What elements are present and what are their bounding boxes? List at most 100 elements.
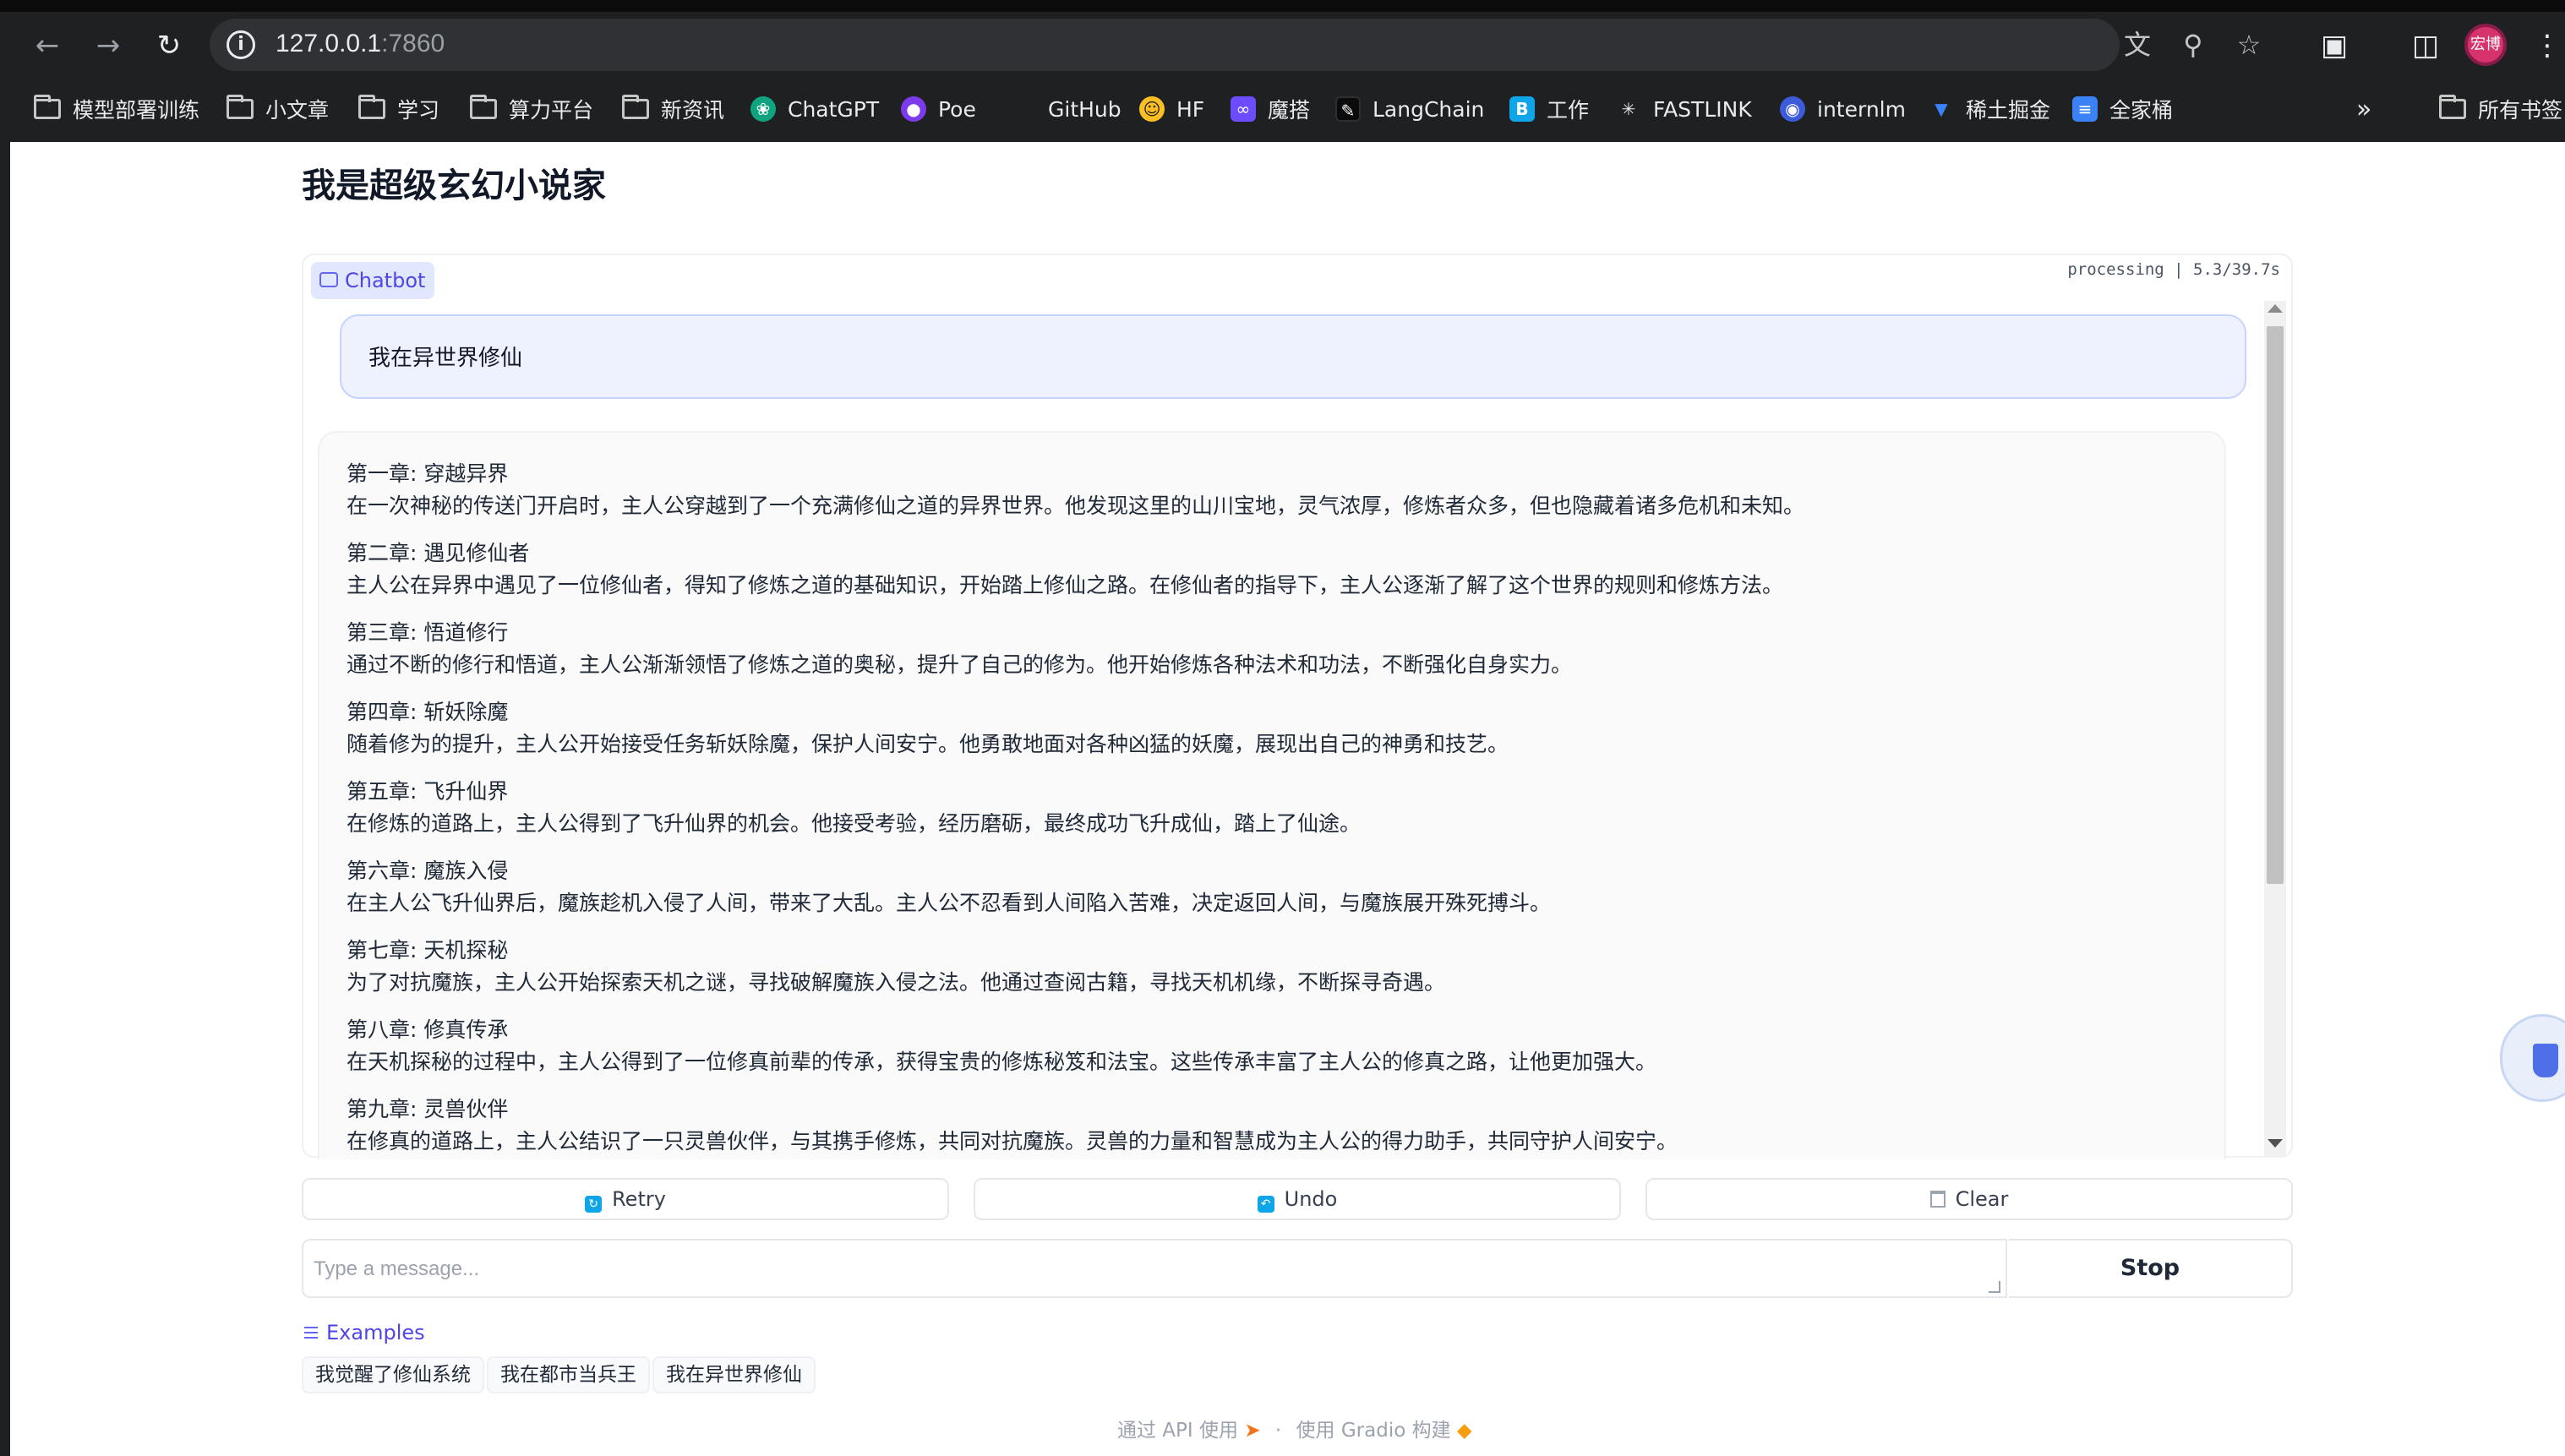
forward-button[interactable]: → [88,25,128,66]
chatgpt-icon: ❀ [750,96,776,122]
chapter-item: 第五章: 飞升仙界在修炼的道路上，主人公得到了飞升仙界的机会。他接受考验，经历磨… [347,776,2206,840]
bookmark-all-folders[interactable]: 所有书签 [2439,93,2562,125]
chapter-body: 为了对抗魔族，主人公开始探索天机之谜，寻找破解魔族入侵之法。他通过查阅古籍，寻找… [347,970,1446,995]
bot-message-content: 第一章: 穿越异界在一次神秘的传送门开启时，主人公穿越到了一个充满修仙之道的异界… [347,458,2206,1159]
bookmark-folder-news[interactable]: 新资讯 [622,93,724,125]
bookmarks-overflow-chevron-icon[interactable]: » [2356,93,2371,125]
window-edge [0,142,10,1456]
chapter-title: 第一章: 穿越异界 [347,461,509,486]
cup-icon [2533,1044,2558,1077]
zoom-icon[interactable]: ⚲ [2175,27,2211,63]
scrollbar-thumb[interactable] [2267,326,2284,884]
chapter-item: 第二章: 遇见修仙者 主人公在异界中遇见了一位修仙者，得知了修炼之道的基础知识，开… [347,537,2206,602]
bookmarks-bar: 模型部署训练 小文章 学习 算力平台 新资讯 ❀ ChatGPT ● Poe Git… [0,85,2565,134]
bookmark-folder-study[interactable]: 学习 [358,93,439,125]
folder-icon [358,95,385,119]
page-title: 我是超级玄幻小说家 [302,166,606,205]
folder-icon [226,95,254,119]
chapter-item: 第四章: 斩妖除魔随着修为的提升，主人公开始接受任务斩妖除魔，保护人间安宁。他勇… [347,696,2206,761]
bookmark-juejin[interactable]: ▼ 稀土掘金 [1929,93,2050,125]
browser-chrome: ← → ↻ i 127.0.0.1:7860 文 ⚲ ☆ ▣ ◫ 宏博 ⋮ 模型… [0,0,2565,142]
juejin-icon: ▼ [1935,99,1948,119]
floating-assistant-widget[interactable] [2500,1014,2565,1102]
bookmark-star-icon[interactable]: ☆ [2231,27,2267,63]
chapter-item: 第七章: 天机探秘为了对抗魔族，主人公开始探索天机之谜，寻找破解魔族入侵之法。他… [347,935,2206,999]
chapter-title: 第二章: 遇见修仙者 [347,541,530,565]
gradio-logo-icon: ◆ [1456,1420,1472,1442]
user-message-bubble: 我在异世界修仙 [340,314,2246,399]
bookmark-chatgpt[interactable]: ❀ ChatGPT [750,93,879,125]
chapter-title: 第六章: 魔族入侵 [347,859,509,883]
retry-icon: ↻ [585,1196,603,1213]
chapter-title: 第四章: 斩妖除魔 [347,700,509,724]
chatbot-label-badge: Chatbot [311,262,434,299]
bookmark-langchain[interactable]: ✎ LangChain [1335,93,1484,125]
bookmark-folder-compute[interactable]: 算力平台 [470,93,593,125]
chapter-title: 第九章: 灵兽伙伴 [347,1097,509,1121]
menu-kebab-icon[interactable]: ⋮ [2527,25,2565,66]
undo-icon: ↶ [1257,1196,1274,1213]
bookmark-all-in-one[interactable]: ≡ 全家桶 [2072,93,2173,125]
retry-button[interactable]: ↻ Retry [302,1178,949,1220]
bookmark-folder-articles[interactable]: 小文章 [226,93,329,125]
bookmark-folder-model-deploy[interactable]: 模型部署训练 [34,93,199,125]
b-icon: B [1509,96,1535,122]
chapter-title: 第五章: 飞升仙界 [347,779,509,804]
folder-icon [470,95,497,119]
extensions-icon[interactable]: ▣ [2314,25,2355,66]
chapter-body: 在一次神秘的传送门开启时，主人公穿越到了一个充满修仙之道的异界世界。他发现这里的… [347,494,1805,518]
modelscope-icon: ∞ [1231,96,1256,122]
huggingface-icon: ☺ [1139,96,1165,122]
bookmark-internlm[interactable]: ◉ internlm [1780,93,1906,125]
chapter-title: 第七章: 天机探秘 [347,938,509,962]
folder-icon [34,95,61,119]
bookmark-github[interactable]: GitHub [1011,93,1122,125]
chapter-body: 随着修为的提升，主人公开始接受任务斩妖除魔，保护人间安宁。他勇敢地面对各种凶猛的… [347,732,1509,756]
internlm-icon: ◉ [1780,96,1805,122]
trash-icon [1929,1191,1946,1208]
folder-icon [2439,95,2466,119]
tab-strip [0,0,2565,12]
side-panel-icon[interactable]: ◫ [2405,25,2446,66]
bookmark-poe[interactable]: ● Poe [901,93,976,125]
example-item[interactable]: 我在异世界修仙 [652,1356,816,1393]
folder-icon [622,95,649,119]
message-input-container [302,1239,2007,1298]
chapter-body: 在天机探秘的过程中，主人公得到了一位修真前辈的传承，获得宝贵的修炼秘笈和法宝。这… [347,1050,1657,1074]
footer-separator: · [1274,1420,1282,1442]
fastlink-icon: ✳ [1621,99,1636,119]
chapter-body: 在修炼的道路上，主人公得到了飞升仙界的机会。他接受考验，经历磨砺，最终成功飞升成… [347,811,1362,836]
chapter-body: 在主人公飞升仙界后，魔族趁机入侵了人间，带来了大乱。主人公不忍看到人间陷入苦难，… [347,891,1552,915]
profile-avatar[interactable]: 宏博 [2464,24,2507,66]
stop-button[interactable]: Stop [2009,1239,2293,1298]
chapter-body: 通过不断的修行和悟道，主人公渐渐领悟了修炼之道的奥秘，提升了自己的修为。他开始修… [347,652,1573,677]
github-icon [1011,96,1036,122]
chapter-title: 第三章: 悟道修行 [347,620,509,645]
scroll-down-arrow-icon[interactable] [2268,1139,2283,1148]
footer: 通过 API 使用 ➤ · 使用 Gradio 构建 ◆ [1117,1416,1472,1445]
bot-message-bubble: 第一章: 穿越异界在一次神秘的传送门开启时，主人公穿越到了一个充满修仙之道的异界… [318,431,2226,1159]
address-bar[interactable] [210,19,2120,71]
back-button[interactable]: ← [27,25,68,66]
example-item[interactable]: 我觉醒了修仙系统 [302,1356,484,1393]
bookmark-hf[interactable]: ☺ HF [1139,93,1204,125]
clear-button[interactable]: Clear [1645,1178,2293,1220]
gradio-link[interactable]: 使用 Gradio 构建 [1296,1420,1451,1442]
message-input[interactable] [314,1251,1995,1288]
site-info-icon[interactable]: i [226,30,255,59]
bookmark-work[interactable]: B 工作 [1509,93,1589,125]
undo-button[interactable]: ↶ Undo [974,1178,1621,1220]
bookmark-fastlink[interactable]: ✳ FASTLINK [1616,93,1752,125]
url-text[interactable]: 127.0.0.1:7860 [276,27,445,61]
langchain-icon: ✎ [1335,96,1361,122]
reload-button[interactable]: ↻ [149,25,189,66]
chapter-body: 在修真的道路上，主人公结识了一只灵兽伙伴，与其携手修炼，共同对抗魔族。灵兽的力量… [347,1129,1678,1153]
rocket-icon: ➤ [1244,1420,1261,1442]
resize-handle-icon[interactable] [1989,1281,2000,1293]
chapter-item: 第一章: 穿越异界在一次神秘的传送门开启时，主人公穿越到了一个充满修仙之道的异界… [347,458,2206,522]
api-link[interactable]: 通过 API 使用 [1117,1420,1238,1442]
scroll-up-arrow-icon[interactable] [2268,304,2283,313]
bookmark-modelscope[interactable]: ∞ 魔搭 [1231,93,1310,125]
example-item[interactable]: 我在都市当兵王 [487,1356,650,1393]
translate-icon[interactable]: 文 [2120,27,2155,63]
